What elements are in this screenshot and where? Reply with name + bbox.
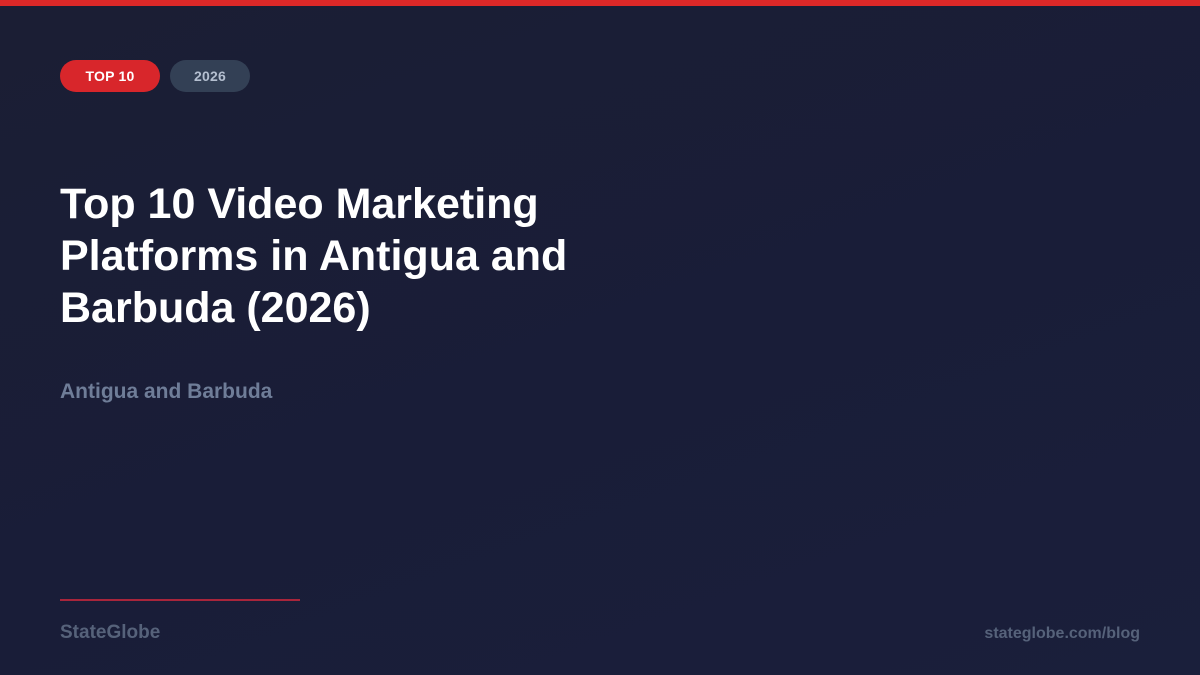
top-10-badge: TOP 10 <box>60 60 160 92</box>
year-badge: 2026 <box>170 60 250 92</box>
location-subtitle: Antigua and Barbuda <box>60 380 273 403</box>
brand-name: StateGlobe <box>60 622 161 643</box>
badge-row: TOP 10 2026 <box>60 60 250 92</box>
top-accent-bar <box>0 0 1200 6</box>
page-title: Top 10 Video Marketing Platforms in Anti… <box>60 180 568 332</box>
footer-divider <box>60 599 300 601</box>
site-url: stateglobe.com/blog <box>984 625 1140 642</box>
